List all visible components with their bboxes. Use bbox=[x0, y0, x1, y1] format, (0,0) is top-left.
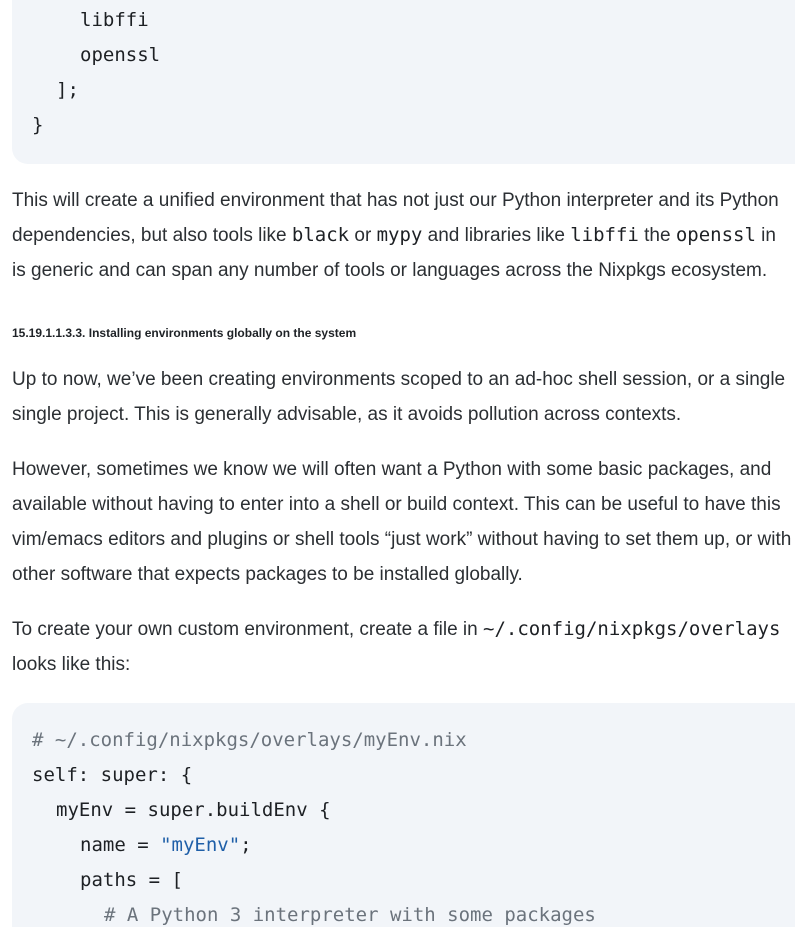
code-fragment: name = bbox=[80, 834, 161, 856]
text-line: To create your own custom environment, c… bbox=[12, 612, 795, 647]
code-string: "myEnv" bbox=[160, 834, 241, 856]
paragraph-unified-environment: This will create a unified environment t… bbox=[12, 183, 795, 288]
text-line: single project. This is generally advisa… bbox=[12, 404, 682, 425]
text-fragment: To create your own custom environment, c… bbox=[12, 619, 484, 640]
text-fragment: dependencies, but also tools like bbox=[12, 225, 292, 246]
code-line: } bbox=[32, 114, 44, 136]
code-block-myenv: # ~/.config/nixpkgs/overlays/myEnv.nix s… bbox=[12, 703, 795, 927]
code-line: ]; bbox=[56, 79, 79, 101]
inline-code: ~/.config/nixpkgs/overlays bbox=[483, 618, 781, 640]
text-line: vim/emacs editors and plugins or shell t… bbox=[12, 529, 792, 550]
inline-code: libffi bbox=[570, 224, 639, 246]
text-line: is generic and can span any number of to… bbox=[12, 260, 768, 281]
code-line: self: super: { bbox=[32, 764, 193, 786]
code-line: myEnv = super.buildEnv { bbox=[56, 799, 331, 821]
text-fragment: or bbox=[349, 225, 377, 246]
text-fragment: the bbox=[638, 225, 676, 246]
paragraph-scoped-environments: Up to now, we’ve been creating environme… bbox=[12, 362, 795, 432]
code-comment: # A Python 3 interpreter with some packa… bbox=[104, 904, 596, 926]
text-line: This will create a unified environment t… bbox=[12, 190, 779, 211]
code-line: paths = [ bbox=[80, 869, 183, 891]
text-line: dependencies, but also tools like black … bbox=[12, 218, 795, 253]
text-fragment: and libraries like bbox=[422, 225, 571, 246]
code-line: libffi bbox=[80, 9, 149, 31]
section-heading: 15.19.1.1.3.3. Installing environments g… bbox=[12, 326, 357, 340]
text-line: available without having to enter into a… bbox=[12, 494, 781, 515]
paragraph-create-custom-environment: To create your own custom environment, c… bbox=[12, 612, 795, 682]
text-line: looks like this: bbox=[12, 654, 131, 675]
code-line: name = "myEnv"; bbox=[80, 828, 252, 863]
inline-code: mypy bbox=[376, 224, 423, 246]
text-line: Up to now, we’ve been creating environme… bbox=[12, 369, 786, 390]
code-fragment: ; bbox=[240, 834, 252, 856]
code-block-top: libffi openssl ]; } bbox=[12, 0, 795, 164]
inline-code: black bbox=[291, 224, 350, 246]
text-fragment: in bbox=[755, 225, 776, 246]
paragraph-global-python: However, sometimes we know we will often… bbox=[12, 452, 795, 592]
text-line: However, sometimes we know we will often… bbox=[12, 459, 772, 480]
code-line: openssl bbox=[80, 44, 161, 66]
inline-code: openssl bbox=[675, 224, 756, 246]
text-line: other software that expects packages to … bbox=[12, 564, 523, 585]
code-comment: # ~/.config/nixpkgs/overlays/myEnv.nix bbox=[32, 729, 467, 751]
